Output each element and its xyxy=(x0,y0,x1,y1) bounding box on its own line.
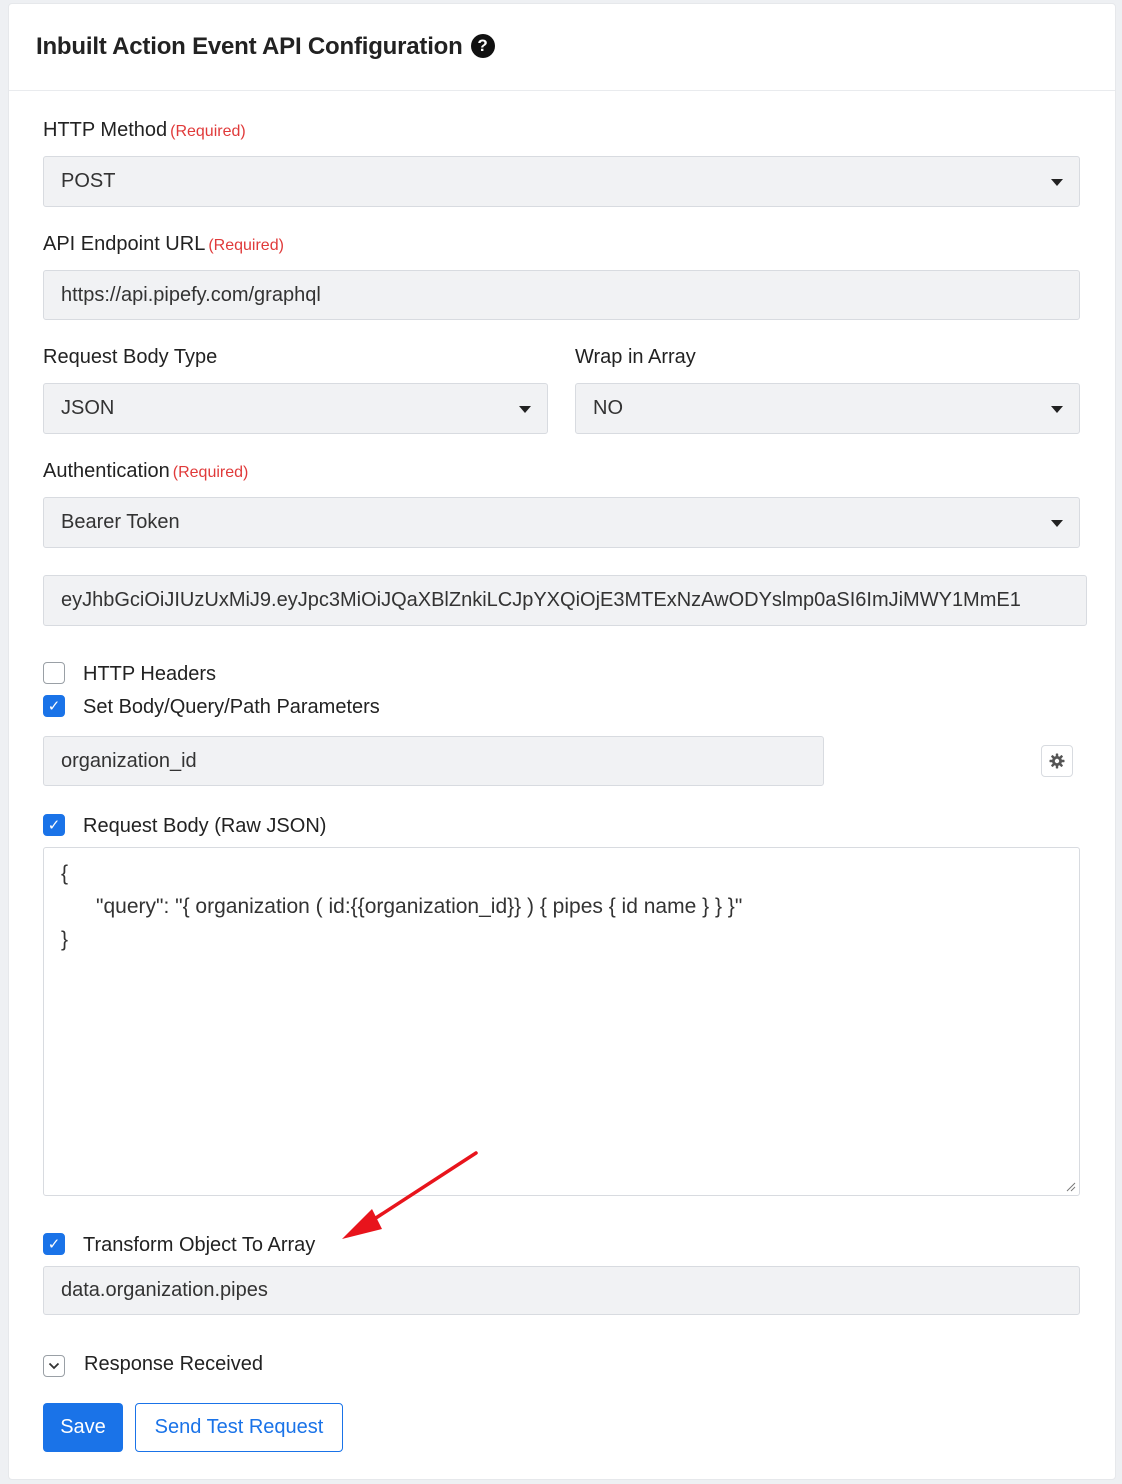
code-line: } xyxy=(61,928,69,951)
wrap-array-label: Wrap in Array xyxy=(575,346,696,368)
request-body-textarea[interactable]: { "query": "{ organization ( id:{{organi… xyxy=(43,847,1080,1196)
chevron-down-icon xyxy=(48,1362,60,1370)
card-header: Inbuilt Action Event API Configuration ? xyxy=(9,4,1115,91)
auth-label-text: Authentication xyxy=(43,460,170,482)
endpoint-input[interactable]: https://api.pipefy.com/graphql xyxy=(43,270,1080,320)
annotation-arrow-icon xyxy=(342,1151,478,1239)
transform-label: Transform Object To Array xyxy=(83,1234,316,1256)
save-button[interactable]: Save xyxy=(43,1403,123,1452)
required-marker: (Required) xyxy=(170,123,246,140)
required-marker: (Required) xyxy=(208,237,284,254)
caret-down-icon xyxy=(519,405,531,413)
auth-select[interactable]: Bearer Token xyxy=(43,497,1080,548)
http-method-label-text: HTTP Method xyxy=(43,119,168,141)
http-headers-checkbox[interactable] xyxy=(43,662,65,684)
send-test-request-button[interactable]: Send Test Request xyxy=(135,1403,343,1452)
body-type-value: JSON xyxy=(61,397,115,419)
response-label: Response Received xyxy=(84,1353,263,1375)
endpoint-label: API Endpoint URL (Required) xyxy=(43,233,284,256)
check-icon: ✓ xyxy=(47,1235,61,1253)
raw-json-label: Request Body (Raw JSON) xyxy=(83,815,327,837)
response-toggle[interactable] xyxy=(43,1355,65,1377)
body-type-select[interactable]: JSON xyxy=(43,383,548,434)
caret-down-icon xyxy=(1051,405,1063,413)
transform-checkbox[interactable]: ✓ xyxy=(43,1233,65,1255)
check-icon: ✓ xyxy=(47,816,61,834)
set-params-label: Set Body/Query/Path Parameters xyxy=(83,696,380,718)
transform-input[interactable]: data.organization.pipes xyxy=(43,1266,1080,1315)
param-input[interactable]: organization_id xyxy=(43,736,824,786)
check-icon: ✓ xyxy=(47,697,61,715)
help-icon[interactable]: ? xyxy=(470,34,495,58)
token-input[interactable]: eyJhbGciOiJIUzUxMiJ9.eyJpc3MiOiJQaXBlZnk… xyxy=(43,575,1087,626)
body-type-label: Request Body Type xyxy=(43,346,218,368)
http-method-select[interactable]: POST xyxy=(43,156,1080,207)
required-marker: (Required) xyxy=(172,464,249,481)
http-method-label: HTTP Method (Required) xyxy=(43,119,246,142)
caret-down-icon xyxy=(1051,519,1063,527)
code-line: { xyxy=(61,862,69,885)
caret-down-icon xyxy=(1051,178,1063,186)
endpoint-label-text: API Endpoint URL xyxy=(43,233,206,255)
wrap-array-value: NO xyxy=(593,397,623,419)
code-line: "query": "{ organization ( id:{{organiza… xyxy=(61,895,743,918)
gear-icon xyxy=(1049,753,1065,769)
endpoint-value: https://api.pipefy.com/graphql xyxy=(61,283,321,306)
set-params-checkbox[interactable]: ✓ xyxy=(43,695,65,717)
http-method-value: POST xyxy=(61,170,116,192)
param-value: organization_id xyxy=(61,749,197,772)
raw-json-checkbox[interactable]: ✓ xyxy=(43,814,65,836)
token-value: eyJhbGciOiJIUzUxMiJ9.eyJpc3MiOiJQaXBlZnk… xyxy=(61,589,1021,611)
page-title: Inbuilt Action Event API Configuration xyxy=(36,33,463,60)
http-headers-label: HTTP Headers xyxy=(83,663,217,685)
transform-value: data.organization.pipes xyxy=(61,1279,268,1301)
wrap-array-select[interactable]: NO xyxy=(575,383,1080,434)
resize-handle-icon[interactable] xyxy=(1066,1182,1076,1192)
auth-value: Bearer Token xyxy=(61,511,180,533)
param-settings-button[interactable] xyxy=(1041,745,1073,777)
auth-label: Authentication (Required) xyxy=(43,460,248,483)
